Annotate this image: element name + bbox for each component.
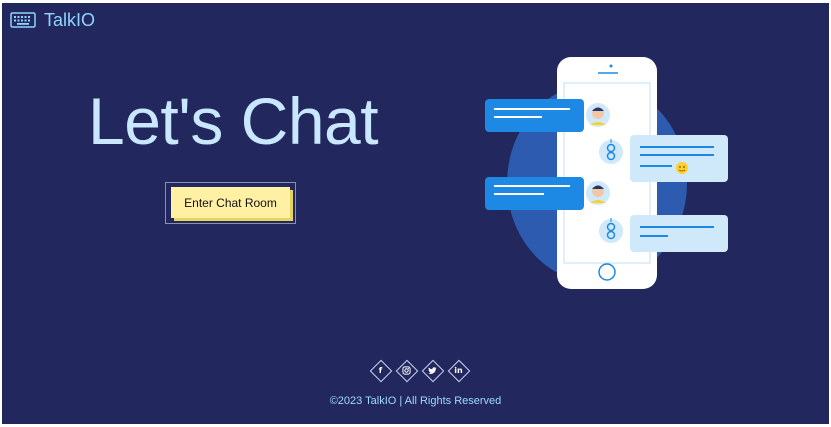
landing-page: TalkIO Let's Chat Enter Chat Room f in ©…: [2, 3, 829, 424]
facebook-icon[interactable]: f: [370, 360, 391, 381]
chat-bubble-1: [485, 99, 584, 132]
footer-copyright: ©2023 TalkIO | All Rights Reserved: [329, 395, 502, 407]
brand-name: TalkIO: [44, 10, 96, 30]
linkedin-icon[interactable]: in: [448, 360, 469, 381]
enter-chat-room-button[interactable]: Enter Chat Room: [171, 187, 290, 218]
chat-bubble-4: [630, 215, 728, 252]
twitter-icon[interactable]: [422, 360, 443, 381]
smiley-icon: [676, 162, 688, 174]
cta-frame: Enter Chat Room: [165, 182, 296, 224]
keyboard-icon: [10, 12, 36, 28]
chat-bubble-2: [630, 135, 728, 182]
hero-title: Let's Chat: [88, 84, 379, 158]
brand[interactable]: TalkIO: [10, 9, 95, 31]
instagram-icon[interactable]: [396, 360, 417, 381]
phone-chat-illustration-icon: [485, 57, 728, 289]
social-links: f in: [370, 360, 469, 381]
